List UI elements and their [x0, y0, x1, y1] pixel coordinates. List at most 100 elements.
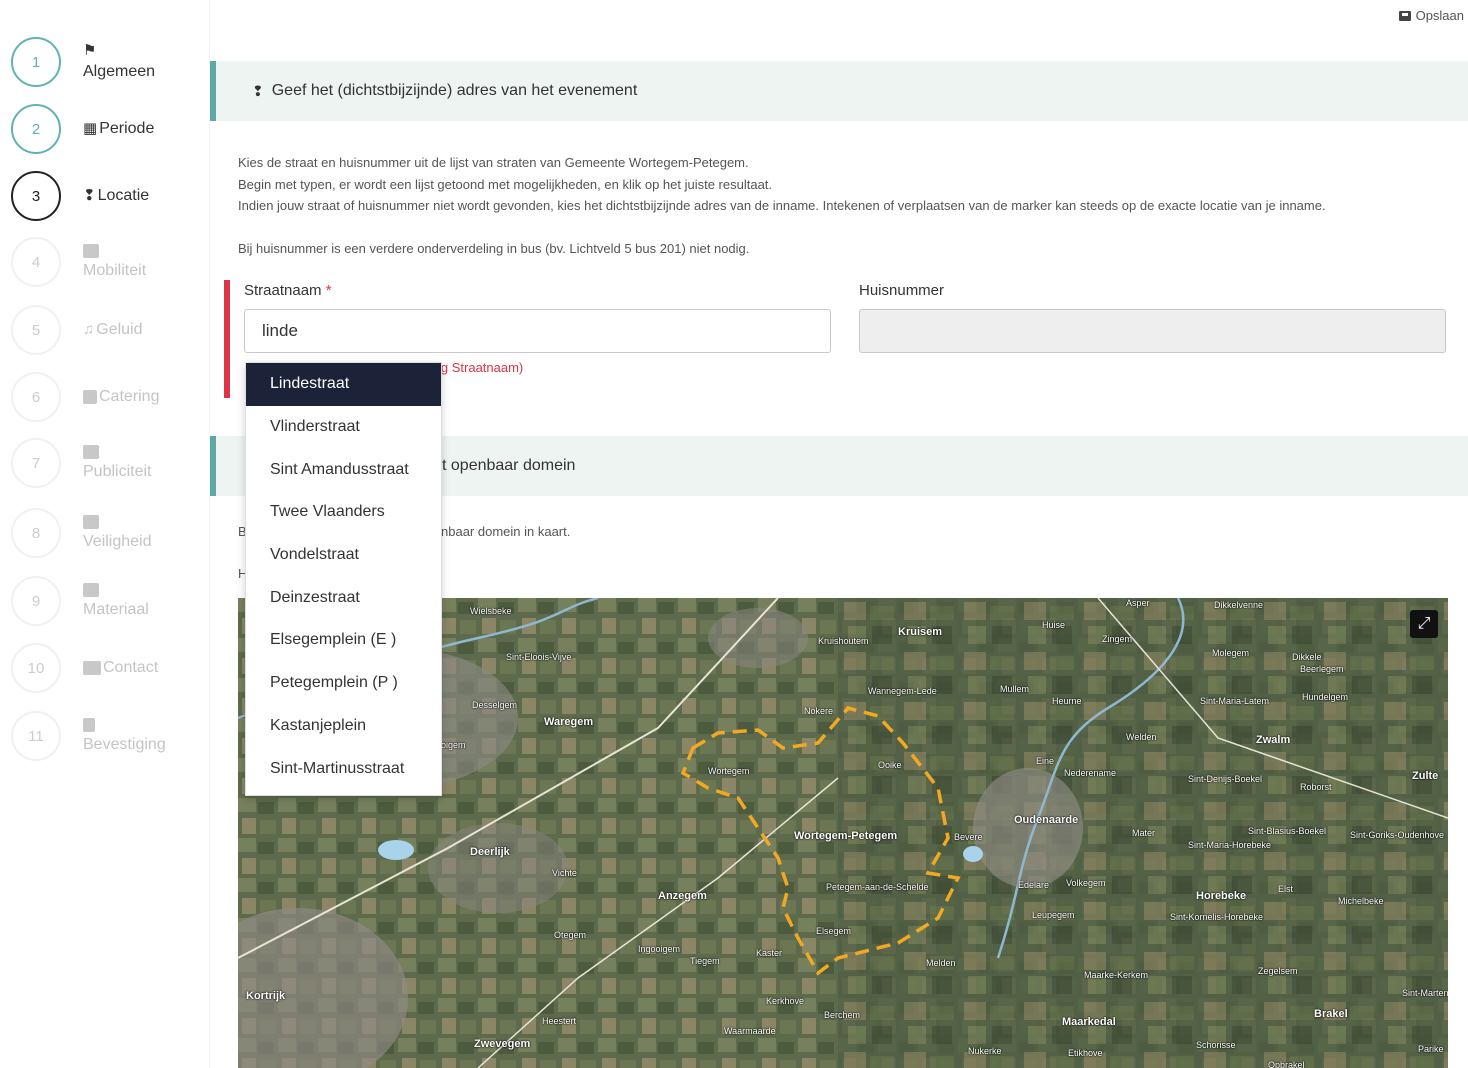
street-error: ig Straatnaam): [438, 360, 524, 375]
dropdown-option-kastanjeplein[interactable]: Kastanjeplein: [246, 705, 441, 748]
dropdown-option-vlinderstraat[interactable]: Vlinderstraat: [246, 406, 441, 449]
users-icon: [83, 515, 99, 529]
step-label: Catering: [99, 388, 160, 405]
step-number: 9: [11, 576, 61, 626]
address-info: Kies de straat en huisnummer uit de lijs…: [238, 152, 1326, 217]
step-catering[interactable]: 6 Catering: [11, 367, 211, 427]
step-geluid[interactable]: 5 ♫ Geluid: [11, 300, 211, 360]
map-label: Zwevegem: [474, 1038, 531, 1050]
bus-note: Bij huisnummer is een verdere onderverde…: [238, 241, 750, 256]
map-label: Welden: [1126, 732, 1157, 742]
step-contact[interactable]: 10 Contact: [11, 638, 211, 698]
map-label: Sint-Maria-Horebeke: [1188, 840, 1272, 850]
map-label: Nederename: [1064, 768, 1117, 778]
dropdown-option-lindestraat[interactable]: Lindestraat: [246, 363, 441, 406]
map-label: Anzegem: [658, 890, 707, 902]
map-label: Zwalm: [1256, 734, 1291, 746]
map-label: Bevere: [954, 832, 983, 842]
step-number: 5: [11, 305, 61, 355]
map-label: Vichte: [552, 868, 577, 878]
save-icon: [1398, 10, 1411, 21]
dropdown-option-vondelstraat[interactable]: Vondelstraat: [246, 534, 441, 577]
fullscreen-button[interactable]: ⤢: [1410, 610, 1438, 638]
step-bevestiging[interactable]: 11 Bevestiging: [11, 706, 211, 766]
step-number: 6: [11, 372, 61, 422]
map-label: Deerlijk: [470, 846, 510, 858]
map-label: Melden: [926, 958, 956, 968]
section-title: t openbaar domein: [442, 457, 576, 474]
step-label: Geluid: [96, 321, 143, 338]
map-label: Kerkhove: [766, 996, 805, 1006]
map-label: Maarkedal: [1062, 1016, 1116, 1028]
map-label: Opbrakel: [1268, 1060, 1305, 1068]
dropdown-option-elsegemplein[interactable]: Elsegemplein (E ): [246, 619, 441, 662]
step-periode[interactable]: 2 ▦ Periode: [11, 99, 211, 159]
map-label: Sint-Kornelis-Horebeke: [1170, 912, 1264, 922]
map-label: Kaster: [756, 948, 783, 958]
step-number: 1: [11, 37, 61, 87]
map-label: Petegem-aan-de-Schelde: [826, 882, 929, 892]
step-number: 2: [11, 104, 61, 154]
save-link[interactable]: Opslaan: [1398, 8, 1464, 23]
map-label: Heestert: [542, 1016, 577, 1026]
map-label: Mullem: [1000, 684, 1030, 694]
house-number-input[interactable]: [859, 309, 1446, 353]
map-label: Ooike: [878, 760, 902, 770]
map-label: Otegem: [554, 930, 587, 940]
map-label: Zulte: [1412, 770, 1439, 782]
dropdown-option-sint-amandusstraat[interactable]: Sint Amandusstraat: [246, 448, 441, 491]
address-section-header: ❢ Geef het (dichtstbijzijnde) adres van …: [210, 61, 1468, 121]
map-label: Maarke-Kerkem: [1084, 970, 1149, 980]
map-label: Schorisse: [1196, 1040, 1236, 1050]
section-title: Geef het (dichtstbijzijnde) adres van he…: [271, 82, 638, 99]
map-label: Dikkele: [1292, 652, 1322, 662]
street-label: Straatnaam *: [244, 282, 332, 299]
map-label: Oudenaarde: [1014, 814, 1079, 826]
map-label: Sint-Martens-Lierde: [1402, 988, 1448, 998]
address-card-icon: [83, 661, 101, 675]
map-label: Waregem: [544, 716, 594, 728]
step-number: 11: [11, 711, 61, 761]
map-label: Edelare: [1018, 880, 1050, 890]
map-label: Wielsbeke: [470, 606, 512, 616]
map-label: Huise: [1042, 620, 1066, 630]
step-label: Bevestiging: [83, 736, 166, 753]
step-locatie[interactable]: 3 ❢ Locatie: [11, 166, 211, 226]
map-label: Desselgem: [472, 700, 518, 710]
map-label: Kruisem: [898, 626, 943, 638]
map-label: Sint-Maria-Latem: [1200, 696, 1270, 706]
flag-icon: ⚑: [83, 42, 97, 59]
dropdown-option-petegemplein[interactable]: Petegemplein (P ): [246, 662, 441, 705]
step-number: 4: [11, 237, 61, 287]
step-label: Contact: [103, 659, 159, 676]
step-label: Periode: [99, 120, 155, 137]
map-marker-icon: ❢: [83, 187, 96, 204]
info-line: Kies de straat en huisnummer uit de lijs…: [238, 155, 749, 170]
map-label: Roborst: [1300, 782, 1332, 792]
dropdown-option-deinzestraat[interactable]: Deinzestraat: [246, 576, 441, 619]
dropdown-option-sint-martinusstraat[interactable]: Sint-Martinusstraat: [246, 747, 441, 790]
map-label: Leupegem: [1032, 910, 1075, 920]
map-label: Elsegem: [816, 926, 852, 936]
step-number: 3: [11, 171, 61, 221]
street-autocomplete-dropdown: Lindestraat Vlinderstraat Sint Amandusst…: [245, 362, 442, 796]
step-veiligheid[interactable]: 8 Veiligheid: [11, 503, 211, 563]
step-algemeen[interactable]: 1 ⚑ Algemeen: [11, 32, 211, 92]
map-label: Beerlegem: [1300, 664, 1344, 674]
map-label: Volkegem: [1066, 878, 1106, 888]
map-label: Zegelsem: [1258, 966, 1298, 976]
step-mobiliteit[interactable]: 4 Mobiliteit: [11, 232, 211, 292]
step-label: Locatie: [97, 187, 150, 204]
map-label: Sint-Eloois-Vijve: [506, 652, 572, 662]
map-label: Asper: [1126, 598, 1150, 608]
music-icon: ♫: [83, 321, 95, 338]
dropdown-option-twee-vlaanders[interactable]: Twee Vlaanders: [246, 491, 441, 534]
step-materiaal[interactable]: 9 Materiaal: [11, 571, 211, 631]
map-label: Nukerke: [968, 1046, 1002, 1056]
map-label: Berchem: [824, 1010, 861, 1020]
step-publiciteit[interactable]: 7 Publiciteit: [11, 433, 211, 493]
map-label: Parike: [1418, 1044, 1444, 1054]
car-icon: [83, 244, 99, 258]
street-input[interactable]: linde: [244, 309, 831, 353]
step-label: Mobiliteit: [83, 262, 147, 279]
